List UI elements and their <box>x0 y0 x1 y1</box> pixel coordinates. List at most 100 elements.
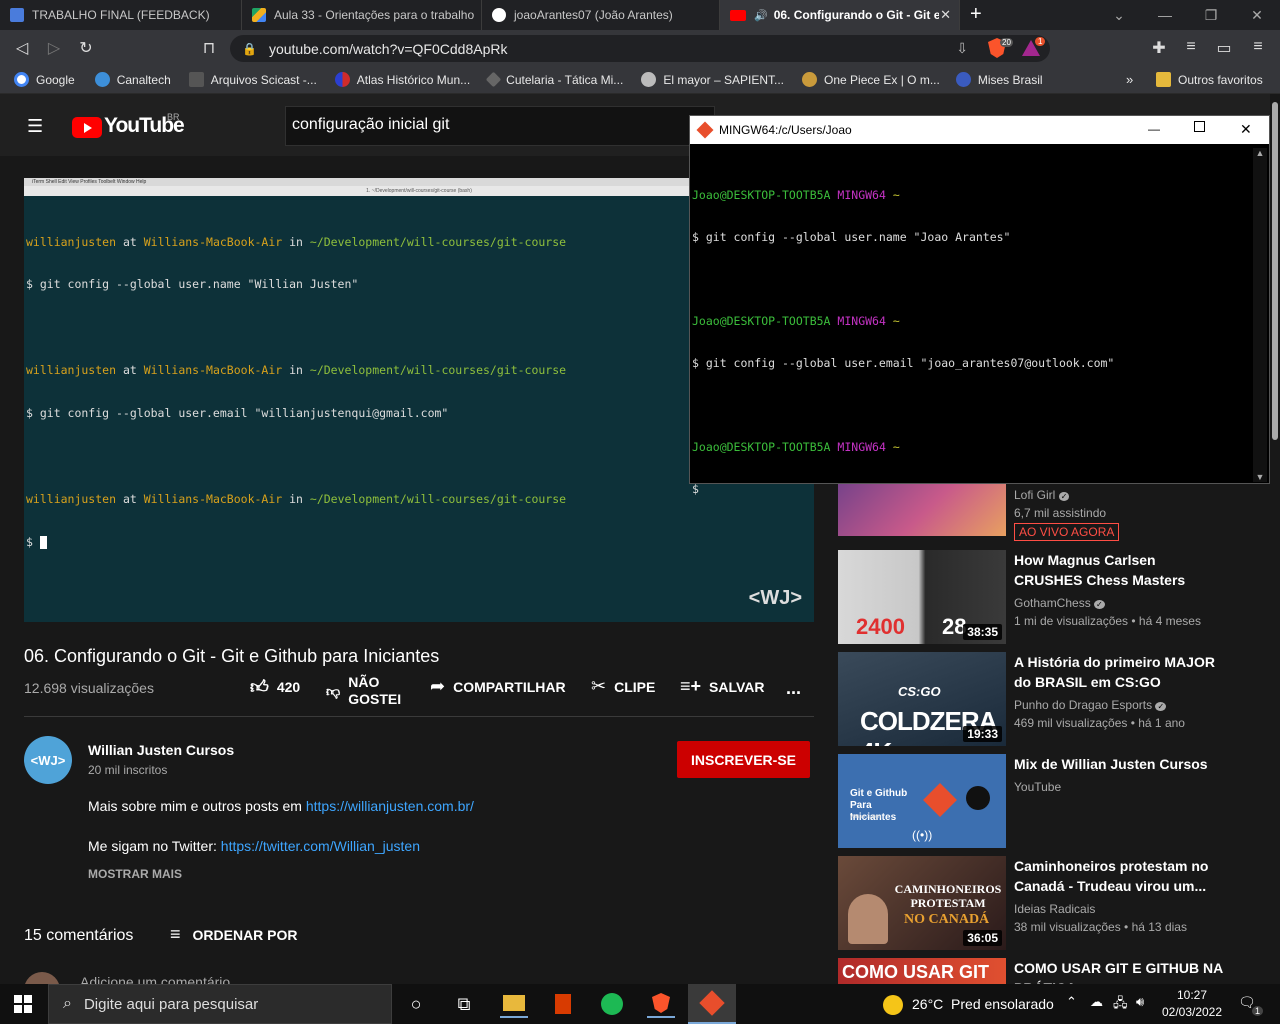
search-icon: ⌕ <box>63 995 72 1012</box>
tab-trabalho-final[interactable]: TRABALHO FINAL (FEEDBACK) <box>0 0 242 30</box>
clip-label: CLIPE <box>614 678 656 695</box>
minimize-icon[interactable]: — <box>1148 122 1160 136</box>
minimize-icon[interactable]: — <box>1142 0 1188 30</box>
bookmark-canaltech[interactable]: Canaltech <box>94 72 171 87</box>
maximize-icon[interactable] <box>1194 121 1205 132</box>
rec-meta: 1 mi de visualizações • há 4 meses <box>1014 614 1201 628</box>
recommendation-item[interactable]: CAMINHONEIROS PROTESTAM NO CANADÁ 36:05 … <box>838 856 1268 952</box>
weather-text[interactable]: 26°C Pred ensolarado <box>912 996 1054 1012</box>
bookmark-cutelaria[interactable]: Cutelaria - Tática Mi... <box>485 71 623 88</box>
back-icon[interactable]: ◁ <box>11 38 33 58</box>
scicast-icon <box>188 72 204 87</box>
bookmark-onepiece[interactable]: One Piece Ex | O m... <box>802 72 940 87</box>
hamburger-menu-icon[interactable]: ☰ <box>27 117 45 135</box>
restore-icon[interactable]: ❐ <box>1188 0 1234 30</box>
reload-icon[interactable]: ↻ <box>75 38 97 58</box>
terminal-titlebar[interactable]: MINGW64:/c/Users/Joao — ✕ <box>690 116 1269 144</box>
wallet-icon[interactable]: ▭ <box>1213 38 1235 58</box>
task-view-icon[interactable]: ⧉ <box>450 990 478 1018</box>
taskbar-search-input[interactable]: ⌕ Digite aqui para pesquisar <box>48 984 392 1024</box>
sort-comments-button[interactable]: ≡ ORDENAR POR <box>170 924 298 945</box>
scroll-down-icon[interactable]: ▼ <box>1253 472 1267 482</box>
rec-title: A História do primeiro MAJOR do BRASIL e… <box>1014 654 1215 690</box>
show-hidden-icons[interactable]: ⌃ <box>1066 994 1077 1010</box>
forward-icon[interactable]: ▷ <box>43 38 65 58</box>
recommendation-item[interactable]: Git e Github Para Iniciantes Willian Jus… <box>838 754 1268 850</box>
bookmark-other-favorites[interactable]: Outros favoritos <box>1156 72 1263 87</box>
volume-icon[interactable]: 🔊︎ <box>1136 994 1144 1010</box>
search-input[interactable]: configuração inicial git <box>285 106 715 146</box>
tab-aula-33[interactable]: Aula 33 - Orientações para o trabalho <box>242 0 482 30</box>
tab-github[interactable]: joaoArantes07 (João Arantes) <box>482 0 720 30</box>
brave-taskbar-icon[interactable] <box>647 990 675 1018</box>
share-button[interactable]: ➦ COMPARTILHAR <box>430 676 566 697</box>
network-icon[interactable]: 🖧︎ <box>1113 994 1128 1016</box>
close-window-icon[interactable]: ✕ <box>1234 0 1280 30</box>
windows-start-icon[interactable] <box>14 995 32 1013</box>
dislike-label: NÃO GOSTEI <box>348 674 402 707</box>
cortana-icon[interactable]: ○ <box>402 990 430 1018</box>
media-icon[interactable]: ≡ <box>1180 38 1202 56</box>
recommendation-item[interactable]: CS:GO COLDZERA 4K 19:33 A História do pr… <box>838 652 1268 748</box>
bookmark-atlas[interactable]: Atlas Histórico Mun... <box>334 72 471 87</box>
install-icon[interactable]: ⇩ <box>956 40 968 57</box>
terminal-output[interactable]: Joao@DESKTOP-TOOTB5A MINGW64 ~ $ git con… <box>690 144 1269 528</box>
website-link[interactable]: https://willianjusten.com.br/ <box>306 798 474 814</box>
office-icon[interactable] <box>549 990 577 1018</box>
address-bar[interactable]: 🔒 youtube.com/watch?v=QF0Cdd8ApRk ⇩ <box>230 35 1050 62</box>
page-scrollbar[interactable] <box>1270 94 1280 984</box>
bookmark-google[interactable]: Google <box>14 72 75 87</box>
save-button[interactable]: ≡+ SALVAR <box>680 676 765 697</box>
show-more-button[interactable]: MOSTRAR MAIS <box>88 867 182 881</box>
tab-youtube-active[interactable]: 🔊 06. Configurando o Git - Git e Github … <box>720 0 960 30</box>
bookmark-label: Outros favoritos <box>1178 72 1263 87</box>
recommendation-item[interactable]: 2400 28 38:35 How Magnus Carlsen CRUSHES… <box>838 550 1268 646</box>
terminal-prompt-line: Joao@DESKTOP-TOOTB5A MINGW64 ~ <box>692 440 900 454</box>
dislike-button[interactable]: 👎︎ NÃO GOSTEI <box>326 674 408 708</box>
bookmarks-overflow-icon[interactable]: » <box>1126 72 1133 87</box>
search-value: configuração inicial git <box>292 116 450 133</box>
bookmark-label: One Piece Ex | O m... <box>824 72 940 87</box>
terminal-prompt-line: Joao@DESKTOP-TOOTB5A MINGW64 ~ <box>692 314 900 328</box>
weather-sun-icon[interactable] <box>883 995 903 1015</box>
spotify-icon[interactable] <box>598 990 626 1018</box>
git-bash-taskbar-icon[interactable] <box>688 984 736 1024</box>
channel-name[interactable]: Willian Justen Cursos <box>88 742 234 758</box>
mingw64-terminal-window[interactable]: MINGW64:/c/Users/Joao — ✕ Joao@DESKTOP-T… <box>689 115 1270 496</box>
close-icon[interactable]: ✕ <box>1240 121 1252 138</box>
playlist-add-icon: ≡+ <box>680 676 702 696</box>
save-label: SALVAR <box>709 678 765 695</box>
file-explorer-icon[interactable] <box>500 990 528 1018</box>
thumbs-down-icon: 👎︎ <box>326 682 341 699</box>
clock-date[interactable]: 02/03/2022 <box>1160 1005 1224 1019</box>
thumbs-up-icon: 👍︎ <box>250 677 269 697</box>
clip-button[interactable]: ✂ CLIPE <box>591 676 655 697</box>
clock-time[interactable]: 10:27 <box>1162 988 1222 1002</box>
mix-radio-icon: ((•)) <box>912 828 933 842</box>
close-tab-icon[interactable]: ✕ <box>940 7 951 23</box>
bookmark-sapient[interactable]: El mayor – SAPIENT... <box>641 72 784 87</box>
rec-title: How Magnus Carlsen CRUSHES Chess Masters <box>1014 552 1186 588</box>
tab-search-icon[interactable]: ⌄ <box>1096 0 1142 30</box>
cutelaria-icon <box>485 71 502 88</box>
menu-icon[interactable]: ≡ <box>1247 38 1269 56</box>
onedrive-icon[interactable]: ☁ <box>1090 994 1103 1010</box>
thumb-text: COMO USAR GIT <box>842 962 989 982</box>
youtube-logo-icon[interactable] <box>72 117 102 138</box>
bookmark-mises[interactable]: Mises Brasil <box>955 72 1043 87</box>
scrollbar-thumb[interactable] <box>1272 102 1278 440</box>
more-actions-icon[interactable]: ... <box>786 678 801 699</box>
bookmark-label: Atlas Histórico Mun... <box>356 72 471 87</box>
subscribe-button[interactable]: INSCREVER-SE <box>677 741 810 778</box>
terminal-scrollbar[interactable]: ▲ ▼ <box>1253 148 1267 482</box>
new-tab-icon[interactable]: + <box>970 3 982 26</box>
scroll-up-icon[interactable]: ▲ <box>1253 148 1267 158</box>
like-button[interactable]: 👍︎ 420 <box>250 676 300 698</box>
twitter-link[interactable]: https://twitter.com/Willian_justen <box>221 838 420 854</box>
channel-avatar[interactable]: <WJ> <box>24 736 72 784</box>
extensions-icon[interactable]: ✚ <box>1148 38 1170 58</box>
thumb-text: CS:GO <box>898 684 941 699</box>
recommendation-item[interactable]: COMO USAR GIT COMO USAR GIT E GITHUB NA … <box>838 958 1268 984</box>
bookmark-icon[interactable]: ⊓ <box>198 38 220 58</box>
bookmark-scicast[interactable]: Arquivos Scicast -... <box>188 72 317 87</box>
